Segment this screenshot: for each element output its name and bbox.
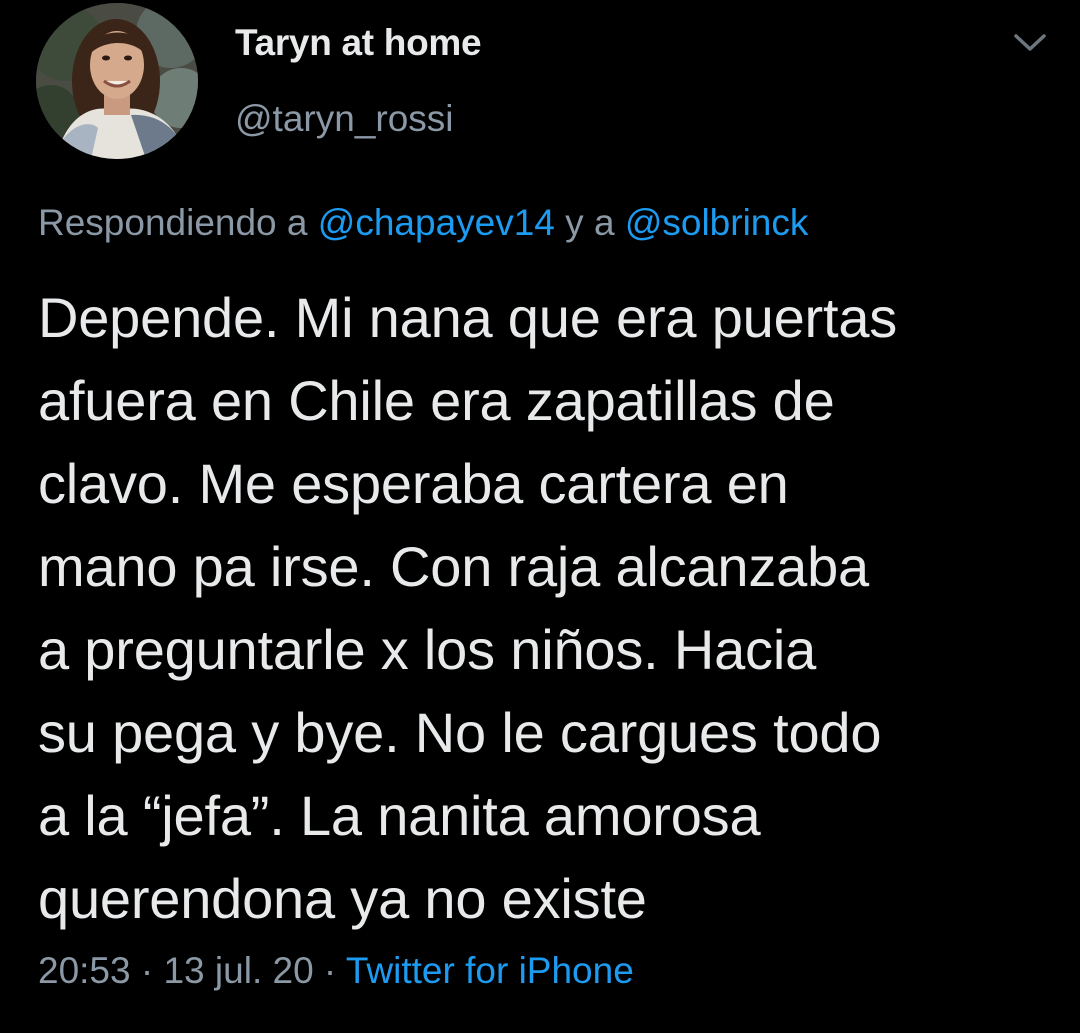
- replying-to-label: Respondiendo a: [38, 202, 318, 243]
- replying-to-joiner: y a: [554, 202, 625, 243]
- tweet-time[interactable]: 20:53: [38, 950, 131, 991]
- tweet-date[interactable]: 13 jul. 20: [163, 950, 313, 991]
- replying-to: Respondiendo a @chapayev14 y a @solbrinc…: [38, 202, 808, 244]
- author-handle[interactable]: @taryn_rossi: [235, 98, 454, 140]
- avatar[interactable]: [36, 3, 198, 159]
- mention-link[interactable]: @solbrinck: [625, 202, 809, 243]
- tweet-card: Taryn at home @taryn_rossi Respondiendo …: [0, 0, 1080, 1033]
- author-display-name[interactable]: Taryn at home: [235, 22, 482, 64]
- mention-link[interactable]: @chapayev14: [318, 202, 555, 243]
- meta-separator: ·: [313, 950, 346, 991]
- meta-separator: ·: [130, 950, 164, 991]
- chevron-down-icon[interactable]: [1010, 28, 1050, 58]
- tweet-metadata: 20:53 · 13 jul. 20 · Twitter for iPhone: [38, 950, 634, 992]
- tweet-body: Depende. Mi nana que era puertas afuera …: [38, 286, 898, 930]
- profile-photo: [36, 3, 198, 159]
- tweet-source-link[interactable]: Twitter for iPhone: [346, 950, 634, 991]
